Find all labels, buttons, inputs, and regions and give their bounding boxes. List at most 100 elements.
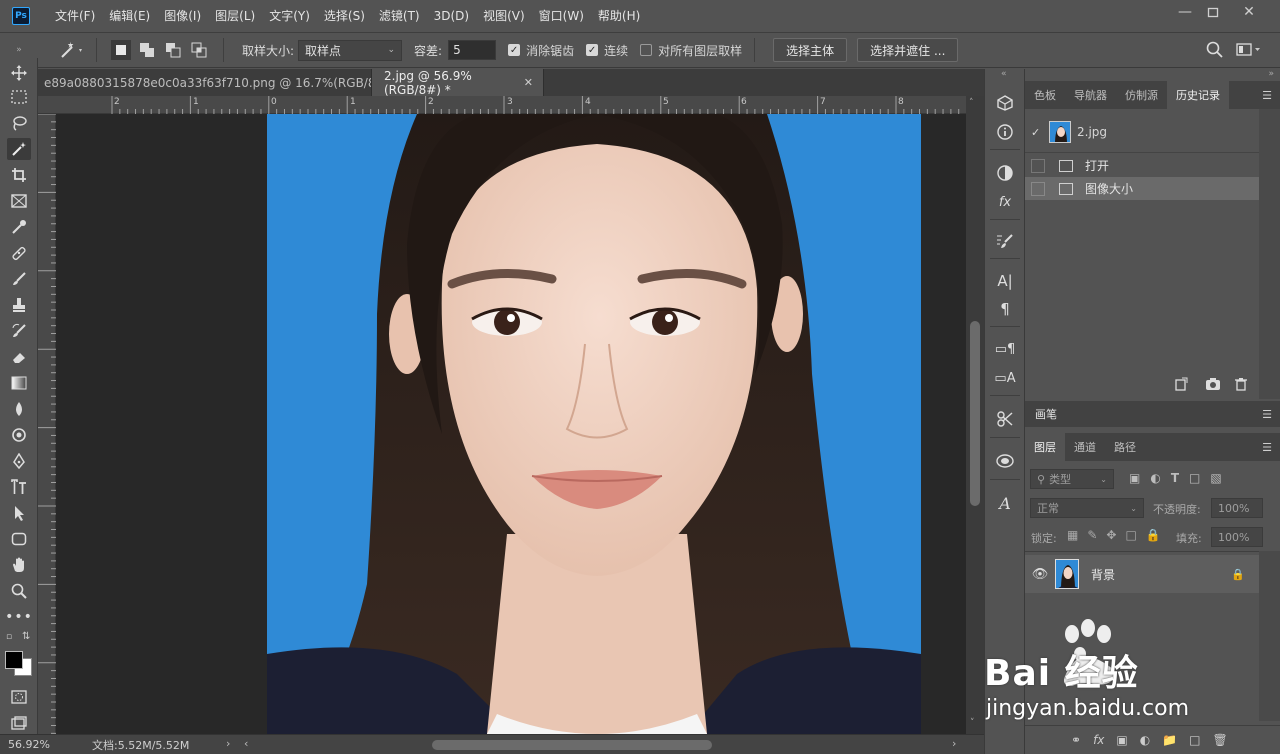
camera-icon[interactable]: [1204, 375, 1222, 393]
horizontal-scroll-thumb[interactable]: [432, 740, 712, 750]
contiguous-checkbox[interactable]: ✓: [586, 44, 599, 56]
scroll-left-icon[interactable]: ‹: [244, 737, 248, 750]
menu-select[interactable]: 选择(S): [317, 0, 372, 32]
dodge-tool-icon[interactable]: [7, 424, 31, 446]
portrait-photo[interactable]: [267, 114, 921, 734]
info-icon[interactable]: [993, 120, 1017, 144]
vertical-scrollbar[interactable]: ˄ ˅: [966, 96, 984, 734]
character-icon[interactable]: A|: [993, 269, 1017, 293]
magic-wand-tool-icon[interactable]: [7, 138, 31, 160]
filter-shape-icon[interactable]: □: [1189, 471, 1200, 485]
frame-tool-icon[interactable]: [7, 190, 31, 212]
more-tools-icon[interactable]: •••: [5, 606, 32, 628]
healing-brush-tool-icon[interactable]: [7, 242, 31, 264]
add-selection-icon[interactable]: [137, 40, 157, 60]
menu-window[interactable]: 窗口(W): [532, 0, 591, 32]
panel-menu-icon[interactable]: ☰: [1262, 89, 1272, 102]
filter-pixel-icon[interactable]: ▣: [1129, 471, 1140, 485]
filter-smart-object-icon[interactable]: ▧: [1210, 471, 1221, 485]
magic-wand-preset-icon[interactable]: [56, 40, 88, 60]
select-and-mask-button[interactable]: 选择并遮住 ...: [857, 38, 959, 62]
menu-view[interactable]: 视图(V): [476, 0, 532, 32]
swap-colors-icon[interactable]: ⇅: [22, 631, 30, 642]
collapse-icon[interactable]: «: [1001, 69, 1007, 79]
default-colors-icon[interactable]: ▫: [6, 632, 12, 642]
layer-filter-select[interactable]: ⚲ 类型 ⌄: [1030, 469, 1114, 489]
lock-pixels-icon[interactable]: ✎: [1087, 528, 1097, 542]
adjustment-layer-icon[interactable]: ◐: [1140, 733, 1150, 747]
eyedropper-tool-icon[interactable]: [7, 216, 31, 238]
brush-settings-icon[interactable]: [993, 229, 1017, 253]
panel-menu-icon[interactable]: ☰: [1262, 441, 1272, 454]
menu-help[interactable]: 帮助(H): [591, 0, 647, 32]
close-icon[interactable]: ✕: [524, 76, 533, 89]
select-subject-button[interactable]: 选择主体: [773, 38, 848, 62]
scroll-right-icon[interactable]: ›: [952, 737, 956, 750]
search-icon[interactable]: [1206, 41, 1224, 62]
history-scrollbar[interactable]: [1259, 109, 1280, 399]
scroll-up-icon[interactable]: ˄: [969, 98, 974, 108]
new-layer-icon[interactable]: □: [1189, 733, 1200, 747]
trash-icon[interactable]: 🗑: [1213, 733, 1228, 747]
chevron-right-icon[interactable]: ›: [226, 737, 230, 750]
collapse-icon[interactable]: »: [1268, 69, 1274, 79]
filter-type-icon[interactable]: T: [1171, 471, 1179, 485]
trash-icon[interactable]: [1232, 375, 1250, 393]
menu-edit[interactable]: 编辑(E): [102, 0, 157, 32]
type-tool-icon[interactable]: [7, 476, 31, 498]
all-layers-checkbox[interactable]: [640, 44, 653, 56]
lasso-tool-icon[interactable]: [7, 112, 31, 134]
antialias-checkbox[interactable]: ✓: [508, 44, 521, 56]
lock-artboard-icon[interactable]: □: [1125, 528, 1136, 542]
3d-icon[interactable]: [993, 91, 1017, 115]
crop-tool-icon[interactable]: [7, 164, 31, 186]
history-brush-checkbox[interactable]: [1031, 158, 1045, 173]
scroll-down-icon[interactable]: ˅: [970, 718, 975, 728]
blend-mode-select[interactable]: 正常 ⌄: [1030, 498, 1144, 518]
screen-mode-icon[interactable]: [7, 712, 31, 734]
gradient-tool-icon[interactable]: [7, 372, 31, 394]
layer-mask-icon[interactable]: ▣: [1116, 733, 1127, 747]
menu-filter[interactable]: 滤镜(T): [372, 0, 427, 32]
pen-tool-icon[interactable]: [7, 450, 31, 472]
history-brush-checkbox[interactable]: [1031, 181, 1045, 196]
zoom-tool-icon[interactable]: [7, 580, 31, 602]
adjustments-icon[interactable]: [993, 161, 1017, 185]
tab-swatches[interactable]: 色板: [1025, 81, 1065, 109]
brush-panel-header[interactable]: 画笔 ☰: [1025, 401, 1280, 427]
quick-mask-icon[interactable]: [7, 686, 31, 708]
tab-channels[interactable]: 通道: [1065, 433, 1105, 461]
history-snapshot[interactable]: ✓ 2.jpg: [1031, 121, 1107, 143]
tab-jpg-document[interactable]: 2.jpg @ 56.9%(RGB/8#) * ✕: [372, 69, 544, 97]
character-styles-icon[interactable]: ▭A: [993, 366, 1017, 390]
tab-clone-source[interactable]: 仿制源: [1116, 81, 1167, 109]
rectangle-tool-icon[interactable]: [7, 528, 31, 550]
menu-file[interactable]: 文件(F): [48, 0, 102, 32]
history-brush-tool-icon[interactable]: [7, 320, 31, 342]
history-item[interactable]: 打开: [1025, 154, 1259, 177]
menu-type[interactable]: 文字(Y): [262, 0, 317, 32]
intersect-selection-icon[interactable]: [189, 40, 209, 60]
subtract-selection-icon[interactable]: [163, 40, 183, 60]
brush-tool-icon[interactable]: [7, 268, 31, 290]
styles-icon[interactable]: fx: [993, 190, 1017, 214]
tab-history[interactable]: 历史记录: [1167, 81, 1229, 109]
lock-position-icon[interactable]: ✥: [1106, 528, 1116, 542]
opacity-input[interactable]: 100%: [1211, 498, 1263, 518]
history-item[interactable]: 图像大小: [1025, 177, 1259, 200]
lock-all-icon[interactable]: 🔒: [1146, 528, 1161, 542]
glyphs-icon[interactable]: A: [993, 491, 1017, 515]
history-brush-source-icon[interactable]: ✓: [1031, 126, 1045, 139]
tolerance-input[interactable]: 5: [448, 40, 497, 60]
tab-png-document[interactable]: e89a0880315878e0c0a33f63f710.png @ 16.7%…: [38, 69, 372, 96]
tab-paths[interactable]: 路径: [1105, 433, 1145, 461]
move-tool-icon[interactable]: [7, 62, 31, 84]
menu-image[interactable]: 图像(I): [157, 0, 208, 32]
blur-tool-icon[interactable]: [7, 398, 31, 420]
foreground-color-swatch[interactable]: [5, 651, 23, 669]
paragraph-styles-icon[interactable]: ▭¶: [993, 337, 1017, 361]
zoom-level[interactable]: 56.92%: [8, 738, 68, 751]
sample-size-select[interactable]: 取样点 ⌄: [298, 39, 403, 61]
vertical-scroll-thumb[interactable]: [970, 321, 980, 506]
fill-input[interactable]: 100%: [1211, 527, 1263, 547]
